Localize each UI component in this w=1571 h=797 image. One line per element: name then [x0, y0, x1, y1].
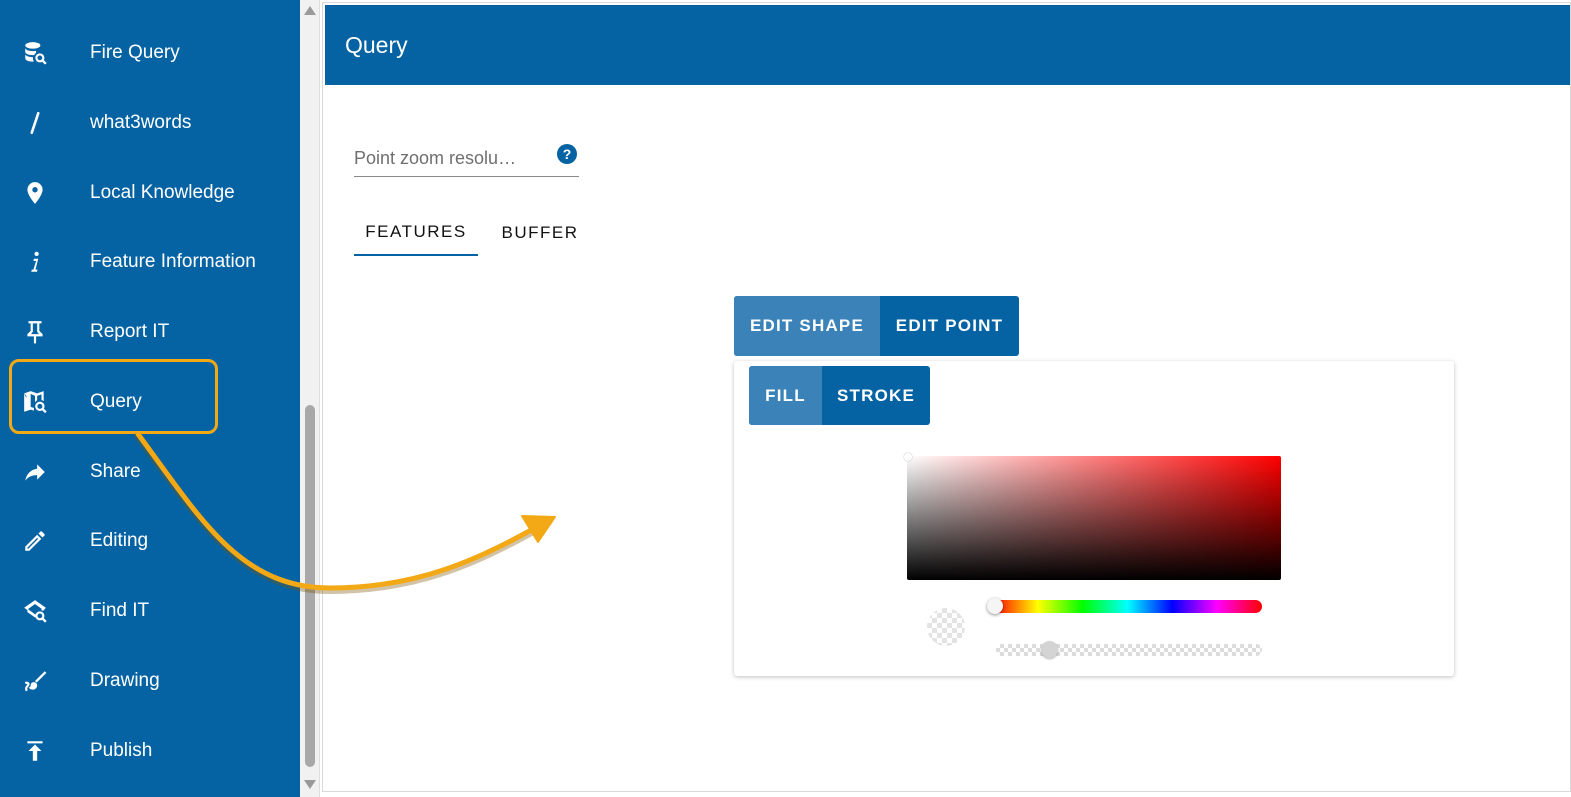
point-zoom-resolution-input[interactable]	[354, 144, 539, 172]
edit-point-button[interactable]: EDIT POINT	[880, 296, 1019, 356]
map-pin-icon	[20, 178, 50, 208]
edit-shape-button[interactable]: EDIT SHAPE	[734, 296, 880, 356]
stroke-button[interactable]: STROKE	[822, 366, 930, 425]
sidebar-item-find-it[interactable]: Find IT	[0, 581, 300, 641]
sidebar-item-what3words[interactable]: what3words	[0, 93, 300, 153]
fill-stroke-toggle-group: FILL STROKE	[749, 366, 930, 425]
slash-icon	[20, 108, 50, 138]
sidebar-item-label: Editing	[90, 530, 149, 551]
pushpin-icon	[20, 317, 50, 347]
sidebar-item-label: Report IT	[90, 321, 170, 342]
pencil-icon	[20, 526, 50, 556]
hue-slider-thumb[interactable]	[987, 598, 1003, 614]
alpha-slider[interactable]	[996, 641, 1262, 658]
sidebar-item-share[interactable]: Share	[0, 442, 300, 502]
share-arrow-icon	[20, 457, 50, 487]
scroll-down-arrow-icon[interactable]	[304, 780, 316, 789]
brush-icon	[20, 666, 50, 696]
sidebar-item-label: Feature Information	[90, 251, 256, 272]
sidebar-scrollbar[interactable]	[300, 0, 320, 797]
sidebar-item-label: Share	[90, 461, 141, 482]
color-picker-card: FILL STROKE	[734, 361, 1454, 676]
sidebar-item-editing[interactable]: Editing	[0, 511, 300, 571]
help-icon[interactable]: ?	[557, 144, 577, 164]
hue-slider[interactable]	[987, 598, 1262, 614]
sidebar-item-label: Find IT	[90, 600, 150, 621]
query-highlight-box	[9, 359, 218, 434]
sidebar-item-local-knowledge[interactable]: Local Knowledge	[0, 163, 300, 223]
fill-button[interactable]: FILL	[749, 366, 822, 425]
search-layers-icon	[20, 596, 50, 626]
app-root: Fire Query what3words Local Knowledge Fe…	[0, 0, 1571, 797]
sidebar-item-feature-information[interactable]: Feature Information	[0, 232, 300, 292]
panel-header: Query	[325, 5, 1570, 85]
alpha-slider-thumb[interactable]	[1041, 641, 1059, 658]
color-preview-swatch	[927, 608, 965, 646]
sidebar-item-publish[interactable]: Publish	[0, 721, 300, 781]
scroll-thumb[interactable]	[305, 405, 315, 767]
sidebar-item-label: Local Knowledge	[90, 182, 235, 203]
point-zoom-resolution-field	[354, 140, 579, 177]
saturation-value-area[interactable]	[904, 453, 1281, 580]
sidebar-item-label: Drawing	[90, 670, 160, 691]
tab-buffer[interactable]: BUFFER	[490, 210, 590, 256]
database-search-icon	[20, 38, 50, 68]
sidebar-item-label: Publish	[90, 740, 153, 761]
saturation-handle[interactable]	[904, 453, 912, 461]
scroll-up-arrow-icon[interactable]	[304, 6, 316, 15]
sidebar: Fire Query what3words Local Knowledge Fe…	[0, 0, 300, 797]
info-icon	[20, 247, 50, 277]
sidebar-item-label: Fire Query	[90, 42, 180, 63]
sidebar-item-fire-query[interactable]: Fire Query	[0, 23, 300, 83]
sidebar-item-drawing[interactable]: Drawing	[0, 651, 300, 711]
tab-features[interactable]: FEATURES	[354, 210, 478, 256]
edit-mode-toggle-group: EDIT SHAPE EDIT POINT	[734, 296, 1019, 356]
panel-title: Query	[345, 31, 408, 58]
sidebar-item-report-it[interactable]: Report IT	[0, 302, 300, 362]
upload-icon	[20, 736, 50, 766]
sidebar-item-label: what3words	[90, 112, 192, 133]
